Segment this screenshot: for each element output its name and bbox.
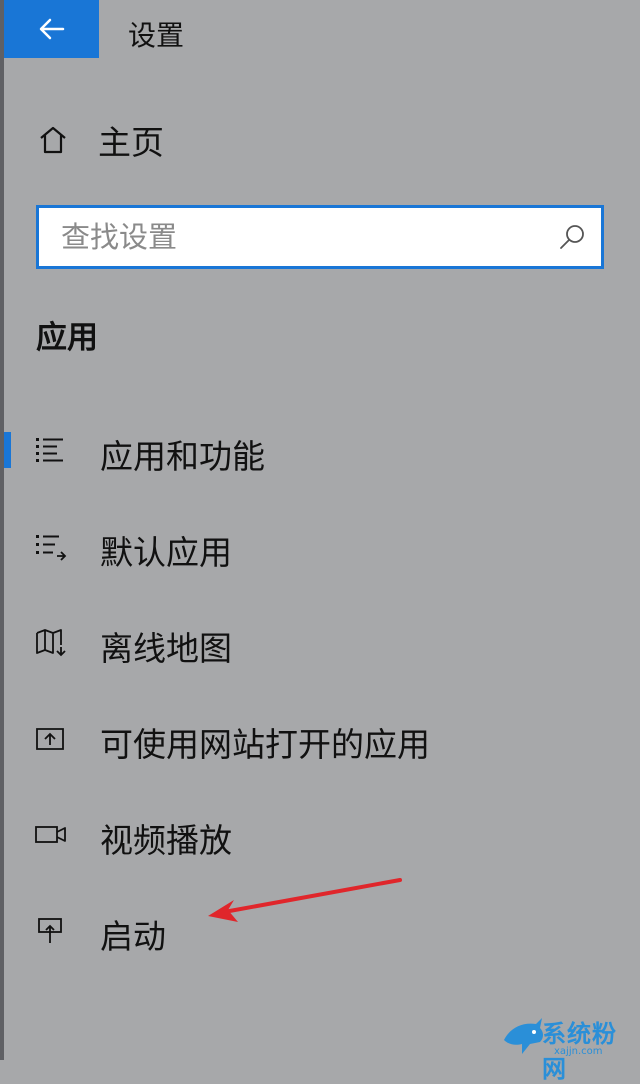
watermark-url: xajjn.com xyxy=(554,1046,603,1057)
annotation-arrow xyxy=(208,878,402,922)
sidebar-item-label: 可使用网站打开的应用 xyxy=(100,725,430,764)
watermark-logo: 系统粉网 xajjn.com xyxy=(500,1008,640,1083)
video-playback-icon xyxy=(35,826,66,843)
search-box[interactable] xyxy=(36,205,604,269)
sidebar-item-label: 默认应用 xyxy=(100,533,232,572)
search-input[interactable] xyxy=(59,219,601,255)
page-title: 设置 xyxy=(128,19,185,52)
sidebar-item-apps-features[interactable]: 应用和功能 xyxy=(0,420,640,480)
startup-icon xyxy=(38,918,62,943)
offline-maps-icon xyxy=(36,629,66,657)
search-icon[interactable] xyxy=(557,222,587,252)
home-label: 主页 xyxy=(98,123,164,162)
sidebar-item-label: 离线地图 xyxy=(100,629,232,668)
active-indicator xyxy=(4,432,11,468)
section-title: 应用 xyxy=(36,320,98,356)
sidebar-item-video-playback[interactable]: 视频播放 xyxy=(0,804,640,864)
apps-for-websites-icon xyxy=(36,728,64,750)
sidebar-item-label: 视频播放 xyxy=(100,821,232,860)
sidebar-item-offline-maps[interactable]: 离线地图 xyxy=(0,612,640,672)
sidebar-item-default-apps[interactable]: 默认应用 xyxy=(0,516,640,576)
arrow-left-icon xyxy=(39,18,64,40)
sidebar-item-label: 启动 xyxy=(100,917,166,956)
home-icon xyxy=(40,126,66,154)
shark-logo-icon xyxy=(504,1018,543,1054)
apps-features-icon xyxy=(36,438,63,462)
default-apps-icon xyxy=(36,535,67,561)
sidebar-item-label: 应用和功能 xyxy=(100,437,265,476)
sidebar-item-home[interactable]: 主页 xyxy=(36,112,164,168)
back-button[interactable] xyxy=(4,0,99,58)
sidebar-item-apps-for-websites[interactable]: 可使用网站打开的应用 xyxy=(0,708,640,768)
